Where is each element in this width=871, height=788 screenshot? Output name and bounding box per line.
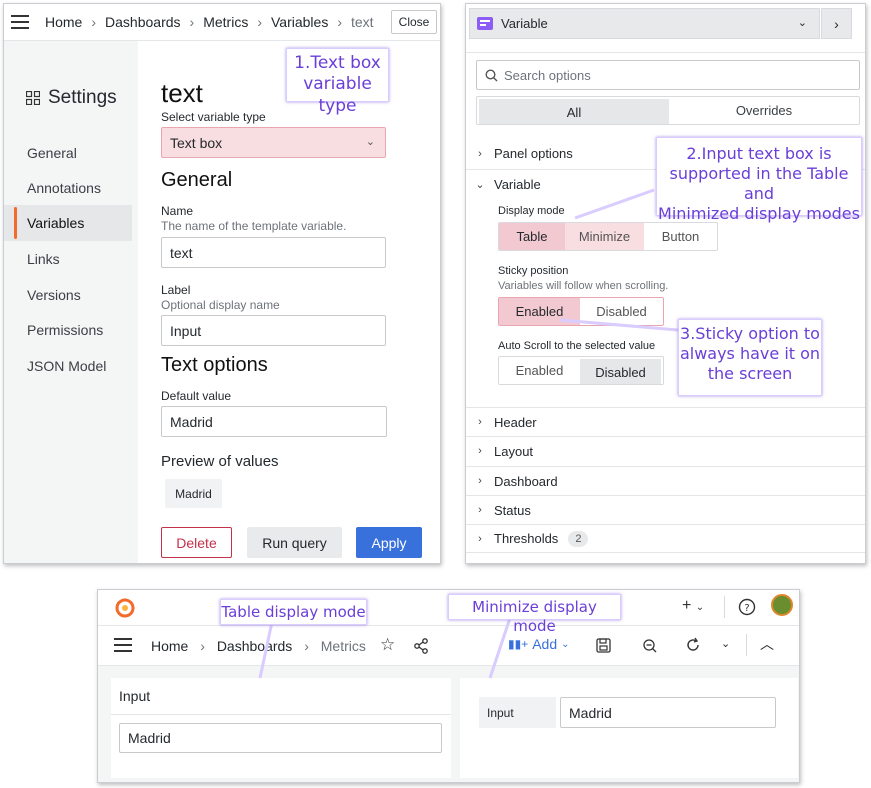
callout-text-box-type: 1.Text box variable type (286, 48, 389, 116)
callout-table-mode: Table display mode (220, 599, 367, 625)
callout-line: always have it on (679, 344, 821, 363)
callout-display-modes: 2.Input text box is supported in the Tab… (656, 137, 862, 223)
callout-line: the screen (707, 364, 793, 383)
callout-line: variable type (303, 74, 372, 116)
callout-line: supported in the Table and (669, 164, 849, 203)
callout-minimize-mode: Minimize display mode (448, 594, 621, 635)
callout-sticky-option: 3.Sticky option to always have it on the… (678, 319, 822, 396)
callout-line: Minimized display modes (658, 204, 860, 223)
callout-line: 3.Sticky option to (680, 324, 820, 343)
callout-line: 1.Text box (294, 53, 381, 73)
callout-line: 2.Input text box is (686, 144, 832, 163)
